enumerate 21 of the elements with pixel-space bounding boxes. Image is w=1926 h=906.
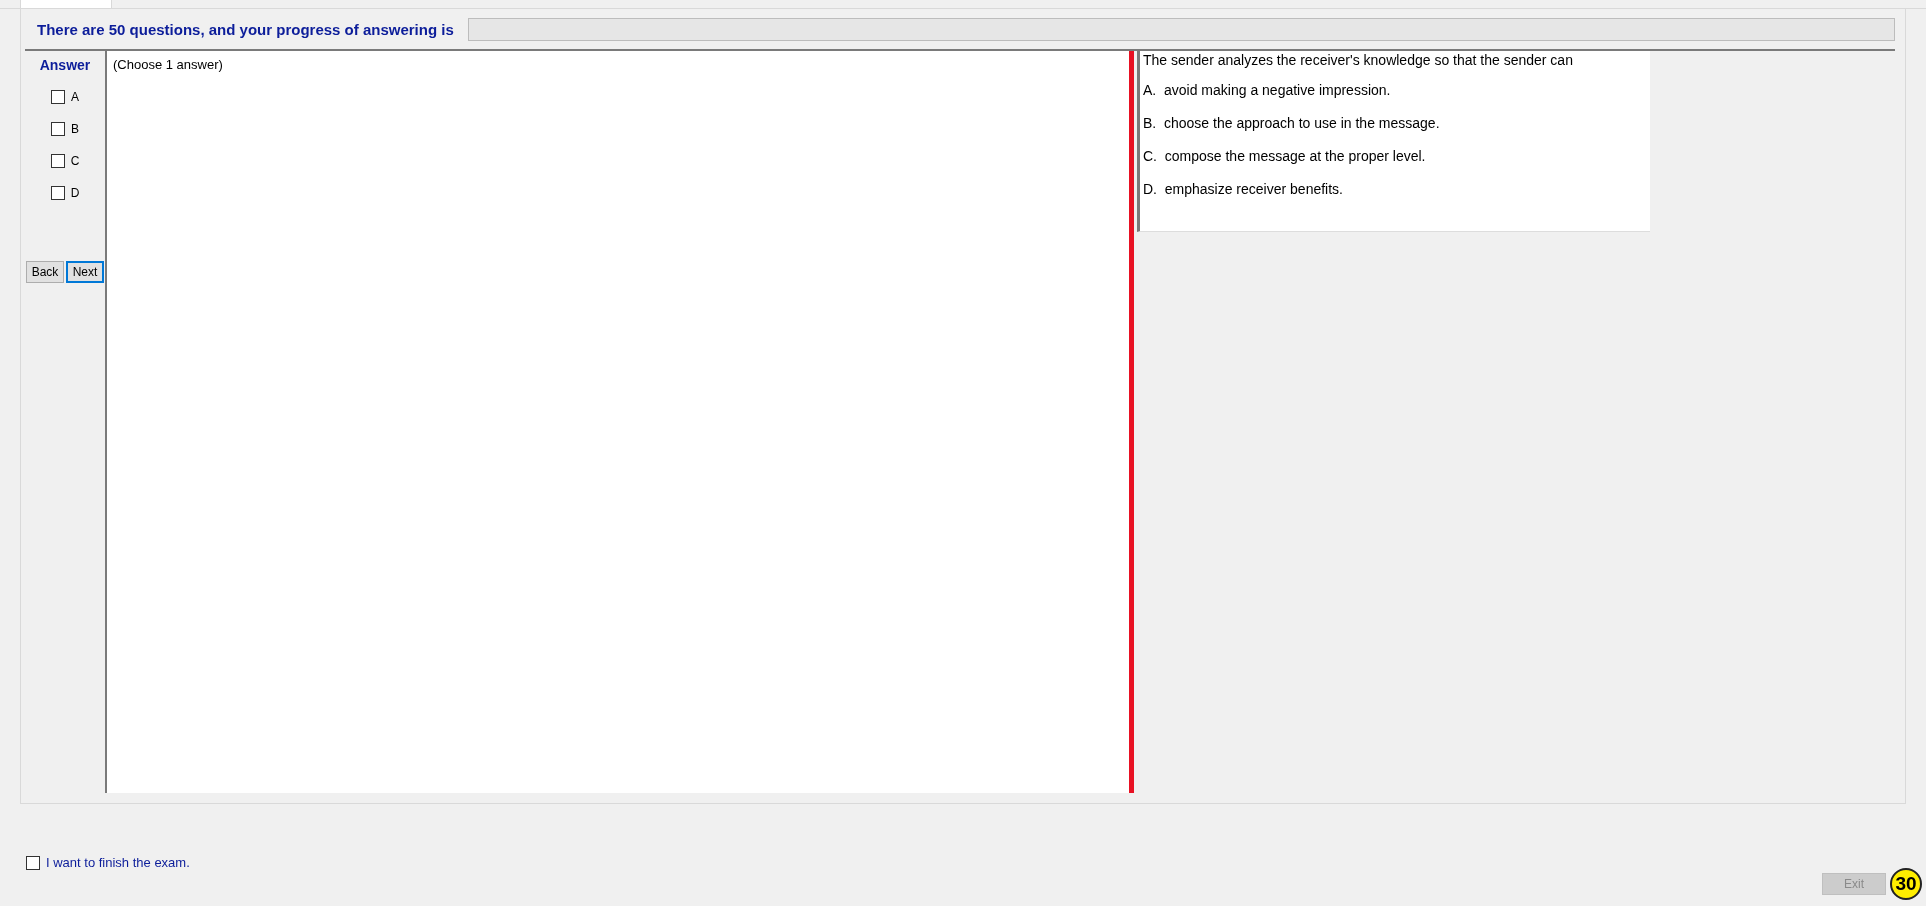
answer-heading: Answer — [39, 57, 91, 73]
checkbox[interactable] — [51, 122, 65, 136]
option-label: A — [71, 90, 79, 104]
progress-label: There are 50 questions, and your progress of answering is — [37, 20, 454, 38]
option-label: C — [70, 154, 80, 168]
back-button[interactable]: Back — [26, 261, 64, 283]
instruction-text: (Choose 1 answer) — [113, 57, 223, 72]
choice-text: D. emphasize receiver benefits. — [1143, 181, 1344, 197]
checkbox[interactable] — [50, 154, 65, 168]
next-button[interactable]: Next — [66, 261, 104, 283]
choice-text: A. avoid making a negative impression. — [1143, 82, 1392, 98]
checkbox[interactable] — [50, 186, 65, 200]
option-label: D — [70, 186, 80, 200]
count-badge: 30 — [1890, 868, 1922, 900]
checkbox[interactable] — [26, 855, 40, 870]
choice-text: C. compose the message at the proper level. — [1143, 148, 1427, 164]
choice-text: B. choose the approach to use in the message. — [1143, 115, 1441, 131]
question-text: The sender analyzes the receiver's knowledge so that the sender can — [1143, 52, 1574, 68]
finish-label: I want to finish the exam. — [46, 855, 190, 870]
checkbox[interactable] — [51, 90, 65, 104]
option-label: B — [71, 122, 79, 136]
